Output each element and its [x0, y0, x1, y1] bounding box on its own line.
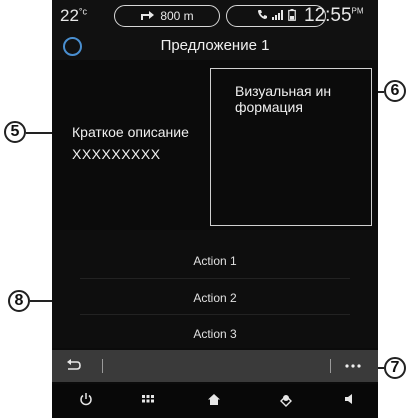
action-divider	[80, 314, 350, 315]
callout-6: 6	[384, 80, 406, 102]
callout-7: 7	[384, 357, 406, 379]
signal-icon	[271, 9, 284, 23]
home-icon[interactable]	[202, 392, 226, 409]
header: Предложение 1	[52, 34, 378, 60]
toolbar-divider	[102, 359, 103, 373]
clock-suffix: PM	[351, 6, 364, 16]
temperature-unit: °c	[78, 6, 88, 17]
short-description-value: XXXXXXXXX	[72, 146, 161, 162]
short-description-label: Краткое описание	[72, 124, 189, 140]
phone-icon	[257, 9, 268, 23]
back-arrow-icon[interactable]	[66, 358, 82, 375]
action-3-button[interactable]: Action 3	[52, 327, 378, 341]
toolbar	[52, 350, 378, 382]
action-divider	[80, 278, 350, 279]
callout-5: 5	[4, 121, 26, 143]
battery-icon	[287, 8, 296, 24]
toolbar-divider	[330, 359, 331, 373]
callout-5-label: 5	[10, 123, 20, 140]
visual-information-box: Визуальная ин формация	[210, 68, 372, 226]
navigation-pill[interactable]: 800 m	[114, 5, 220, 27]
clock-time: 12:55	[304, 5, 352, 26]
turn-right-arrow-icon	[140, 9, 156, 24]
temperature: 22°c	[60, 6, 87, 26]
actions-area: Action 1 Action 2 Action 3	[52, 230, 378, 348]
callout-6-label: 6	[390, 82, 400, 99]
status-bar: 22°c 800 m 12:55PM	[52, 0, 378, 34]
infotainment-screen: 22°c 800 m 12:55PM Предложение 1 Краткое…	[52, 0, 378, 418]
callout-7-label: 7	[390, 359, 400, 376]
visual-information-text: Визуальная ин формация	[235, 83, 332, 115]
clock: 12:55PM	[304, 5, 364, 27]
nav-distance: 800 m	[160, 9, 194, 23]
apps-grid-icon[interactable]	[136, 392, 160, 408]
power-icon[interactable]	[74, 392, 98, 409]
callout-8-label: 8	[14, 292, 24, 309]
page-title: Предложение 1	[160, 37, 270, 54]
action-1-button[interactable]: Action 1	[52, 254, 378, 268]
temperature-value: 22	[60, 6, 79, 25]
bottom-bar	[52, 384, 378, 418]
navigation-icon[interactable]	[274, 392, 298, 411]
more-options-icon[interactable]	[344, 354, 362, 377]
callout-8: 8	[8, 290, 30, 312]
action-2-button[interactable]: Action 2	[52, 291, 378, 305]
volume-icon[interactable]	[336, 392, 360, 409]
